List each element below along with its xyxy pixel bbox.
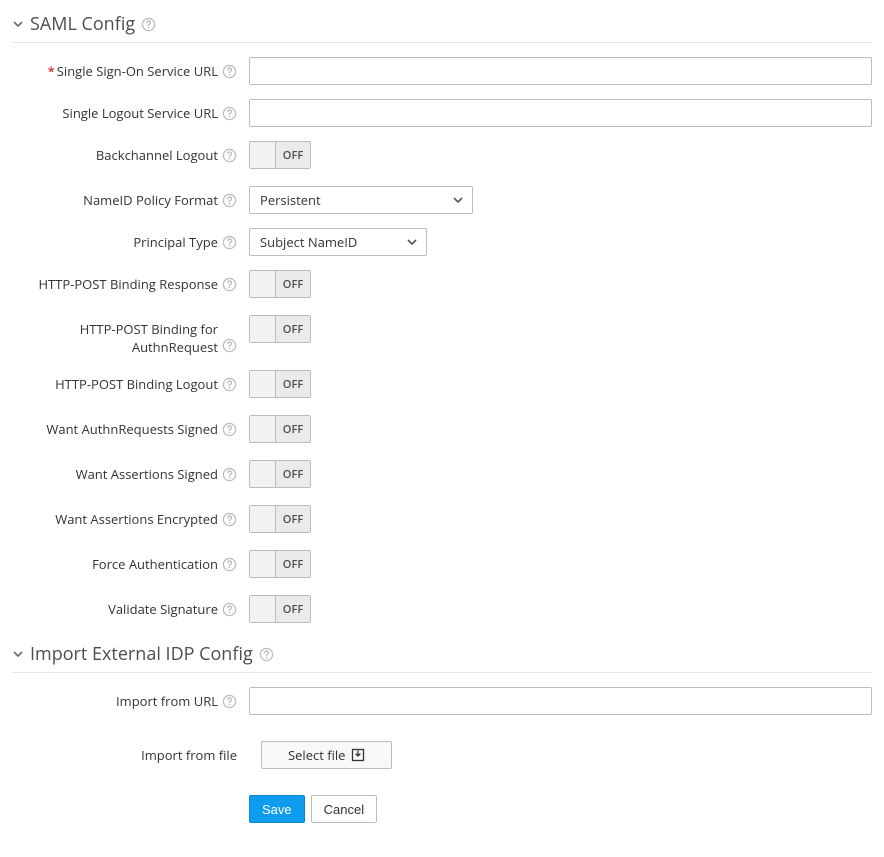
chevron-down-icon[interactable] — [12, 18, 24, 30]
want-assertions-encrypted-toggle[interactable]: OFF — [249, 505, 311, 533]
section-header-saml: SAML Config — [12, 10, 872, 43]
label-want-assertions-signed: Want Assertions Signed — [76, 465, 218, 483]
validate-signature-toggle[interactable]: OFF — [249, 595, 311, 623]
toggle-state: OFF — [276, 551, 310, 577]
label-force-authentication: Force Authentication — [92, 555, 218, 573]
save-button[interactable]: Save — [249, 795, 305, 823]
label-nameid-policy: NameID Policy Format — [83, 191, 218, 209]
principal-type-select[interactable]: Subject NameID — [249, 228, 427, 256]
toggle-state: OFF — [276, 416, 310, 442]
label-principal-type: Principal Type — [133, 233, 218, 251]
sso-url-input[interactable] — [249, 57, 872, 85]
label-slo-url: Single Logout Service URL — [62, 104, 218, 122]
label-backchannel-logout: Backchannel Logout — [96, 146, 218, 164]
want-assertions-signed-toggle[interactable]: OFF — [249, 460, 311, 488]
http-post-logout-toggle[interactable]: OFF — [249, 370, 311, 398]
help-icon[interactable] — [222, 467, 237, 482]
toggle-state: OFF — [276, 316, 310, 342]
help-icon[interactable] — [222, 338, 237, 353]
label-import-url: Import from URL — [116, 692, 218, 710]
toggle-knob — [250, 551, 276, 577]
help-icon[interactable] — [222, 193, 237, 208]
toggle-knob — [250, 142, 276, 168]
label-want-authn-signed: Want AuthnRequests Signed — [46, 420, 218, 438]
toggle-knob — [250, 271, 276, 297]
select-file-label: Select file — [288, 746, 345, 764]
select-file-button[interactable]: Select file — [261, 741, 392, 769]
toggle-state: OFF — [276, 461, 310, 487]
http-post-authn-toggle[interactable]: OFF — [249, 315, 311, 343]
help-icon[interactable] — [141, 17, 156, 32]
help-icon[interactable] — [222, 235, 237, 250]
label-http-post-logout: HTTP-POST Binding Logout — [55, 375, 218, 393]
help-icon[interactable] — [222, 602, 237, 617]
help-icon[interactable] — [222, 512, 237, 527]
help-icon[interactable] — [222, 557, 237, 572]
nameid-policy-select[interactable]: Persistent — [249, 186, 473, 214]
label-import-file: Import from file — [141, 746, 237, 764]
label-http-post-authn: HTTP-POST Binding for AuthnRequest — [48, 320, 218, 356]
toggle-knob — [250, 316, 276, 342]
chevron-down-icon[interactable] — [12, 648, 24, 660]
required-mark: * — [48, 62, 55, 80]
select-value: Persistent — [260, 191, 321, 209]
chevron-down-icon — [452, 194, 464, 206]
backchannel-logout-toggle[interactable]: OFF — [249, 141, 311, 169]
label-http-post-response: HTTP-POST Binding Response — [38, 275, 218, 293]
toggle-state: OFF — [276, 142, 310, 168]
toggle-knob — [250, 506, 276, 532]
toggle-state: OFF — [276, 596, 310, 622]
cancel-button[interactable]: Cancel — [311, 795, 377, 823]
section-title-saml: SAML Config — [30, 12, 135, 36]
want-authn-signed-toggle[interactable]: OFF — [249, 415, 311, 443]
toggle-knob — [250, 596, 276, 622]
toggle-knob — [250, 416, 276, 442]
help-icon[interactable] — [222, 277, 237, 292]
import-url-input[interactable] — [249, 687, 872, 715]
toggle-state: OFF — [276, 506, 310, 532]
toggle-state: OFF — [276, 271, 310, 297]
slo-url-input[interactable] — [249, 99, 872, 127]
section-header-import: Import External IDP Config — [12, 640, 872, 673]
label-validate-signature: Validate Signature — [108, 600, 218, 618]
toggle-knob — [250, 371, 276, 397]
help-icon[interactable] — [222, 106, 237, 121]
toggle-knob — [250, 461, 276, 487]
help-icon[interactable] — [259, 647, 274, 662]
toggle-state: OFF — [276, 371, 310, 397]
force-authentication-toggle[interactable]: OFF — [249, 550, 311, 578]
help-icon[interactable] — [222, 377, 237, 392]
chevron-down-icon — [406, 236, 418, 248]
help-icon[interactable] — [222, 694, 237, 709]
import-icon — [351, 748, 365, 762]
help-icon[interactable] — [222, 64, 237, 79]
label-sso-url: Single Sign-On Service URL — [57, 62, 218, 80]
section-title-import: Import External IDP Config — [30, 642, 253, 666]
help-icon[interactable] — [222, 422, 237, 437]
label-want-assertions-encrypted: Want Assertions Encrypted — [55, 510, 218, 528]
select-value: Subject NameID — [260, 233, 357, 251]
help-icon[interactable] — [222, 148, 237, 163]
http-post-response-toggle[interactable]: OFF — [249, 270, 311, 298]
